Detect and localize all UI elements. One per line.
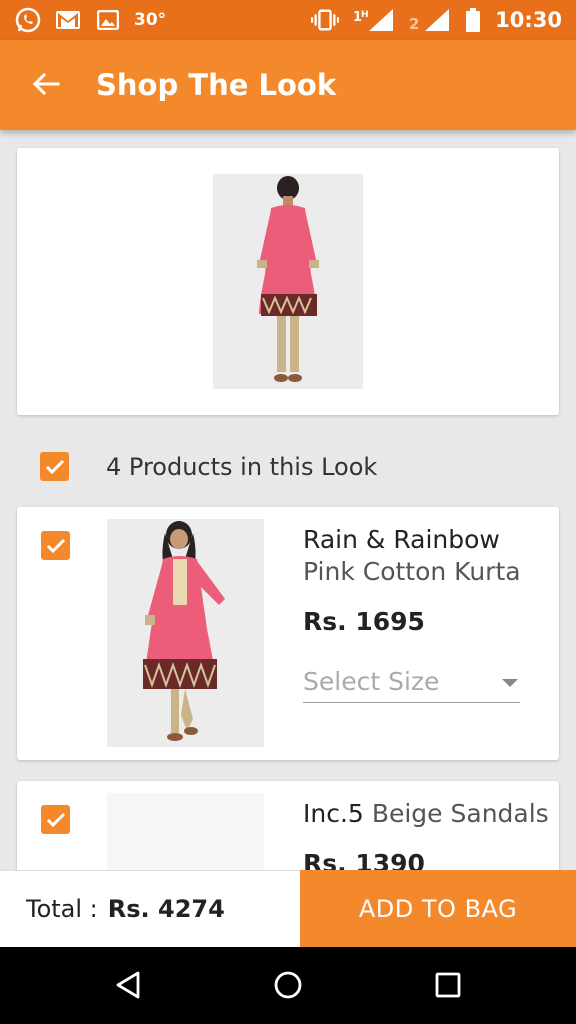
- page-title: Shop The Look: [96, 68, 337, 102]
- product-price: Rs. 1695: [303, 607, 425, 636]
- status-left: 30°: [14, 6, 166, 34]
- bottom-action-bar: Total : Rs. 4274 ADD TO BAG: [0, 870, 576, 947]
- size-select[interactable]: Select Size: [303, 667, 520, 703]
- product-checkbox[interactable]: [41, 531, 70, 560]
- look-hero-card[interactable]: [17, 148, 559, 415]
- clock-text: 10:30: [495, 8, 562, 32]
- product-name: Beige Sandals: [371, 799, 549, 828]
- dropdown-arrow-icon: [502, 679, 518, 687]
- add-to-bag-button[interactable]: ADD TO BAG: [300, 870, 576, 947]
- product-brand: Rain & Rainbow: [303, 525, 500, 554]
- svg-text:2: 2: [409, 15, 419, 33]
- nav-recents-button[interactable]: [428, 965, 468, 1005]
- arrow-back-icon: [32, 72, 60, 96]
- status-right: 1H 2 10:30: [311, 6, 562, 34]
- nav-back-button[interactable]: [108, 965, 148, 1005]
- home-circle-icon: [274, 971, 302, 999]
- product-card[interactable]: Rain & Rainbow Pink Cotton Kurta Rs. 169…: [17, 507, 559, 760]
- gallery-icon: [94, 6, 122, 34]
- svg-text:H: H: [361, 10, 369, 20]
- recents-square-icon: [435, 972, 461, 998]
- look-image[interactable]: [213, 174, 363, 389]
- total-value: Rs. 4274: [107, 895, 225, 923]
- product-name: Pink Cotton Kurta: [303, 557, 521, 586]
- temperature-text: 30°: [134, 10, 167, 30]
- gmail-icon: [54, 6, 82, 34]
- check-icon: [46, 538, 65, 553]
- total-label: Total :: [26, 895, 98, 923]
- size-placeholder: Select Size: [303, 667, 440, 696]
- back-button[interactable]: [26, 64, 66, 104]
- products-header: 4 Products in this Look: [40, 452, 377, 481]
- status-bar: 30° 1H 2 10:30: [0, 0, 576, 40]
- product-checkbox[interactable]: [41, 805, 70, 834]
- products-count-label: 4 Products in this Look: [106, 452, 378, 481]
- nav-home-button[interactable]: [268, 965, 308, 1005]
- check-icon: [45, 459, 64, 474]
- signal-icon: 1H: [353, 6, 395, 34]
- select-all-checkbox[interactable]: [40, 452, 69, 481]
- total-box: Total : Rs. 4274: [0, 870, 300, 947]
- check-icon: [46, 812, 65, 827]
- app-bar: Shop The Look: [0, 40, 576, 130]
- whatsapp-icon: [14, 6, 42, 34]
- signal-icon: 2: [409, 6, 451, 34]
- battery-icon: [465, 6, 481, 34]
- vibrate-icon: [311, 6, 340, 34]
- system-nav-bar: [0, 947, 576, 1024]
- product-title-line: Inc.5 Beige Sandals: [303, 799, 549, 828]
- product-image[interactable]: [107, 519, 264, 747]
- product-brand: Inc.5: [303, 799, 364, 828]
- back-triangle-icon: [116, 971, 140, 999]
